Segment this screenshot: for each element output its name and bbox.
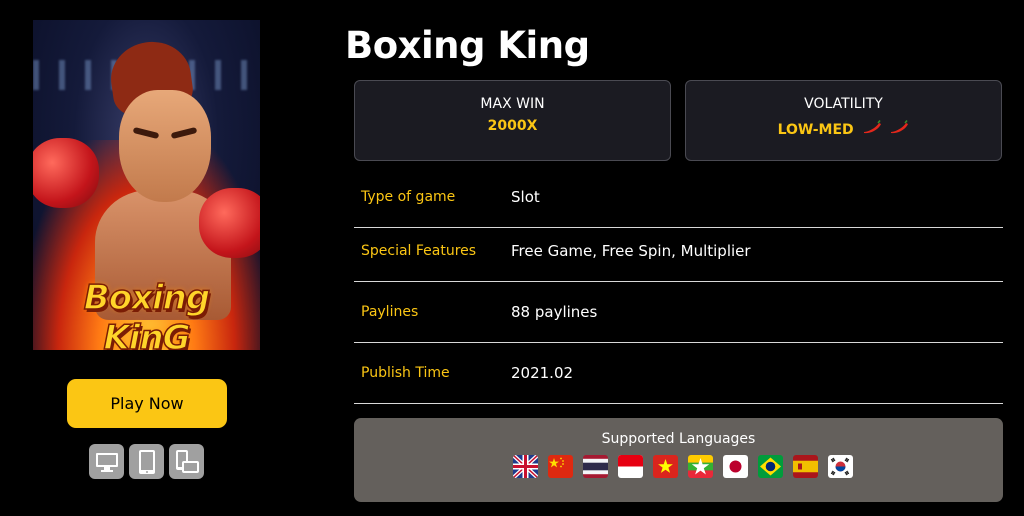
game-title: Boxing King [345,24,590,67]
chili-pepper-icon [891,120,909,134]
info-value: Free Game, Free Spin, Multiplier [511,242,751,260]
info-value: Slot [511,188,540,206]
max-win-value: 2000X [487,118,538,134]
supported-devices [89,444,204,479]
chili-pepper-icon [863,120,881,134]
boxer-face [119,90,211,202]
game-cover-image: Boxing KinG [33,20,260,350]
desktop-icon [89,444,124,479]
max-win-label: MAX WIN [480,96,545,112]
info-key: Paylines [361,304,419,320]
boxing-glove-left [33,138,99,208]
info-key: Type of game [361,189,456,205]
supported-languages-panel: Supported Languages [354,418,1003,502]
info-value: 2021.02 [511,364,574,382]
mobile-rotate-icon [169,444,204,479]
languages-heading: Supported Languages [601,431,756,447]
tablet-icon [129,444,164,479]
max-win-box: MAX WIN 2000X [354,80,671,161]
volatility-label: VOLATILITY [804,96,883,112]
info-row-type: Type of game Slot [354,167,1003,228]
thailand-flag [582,455,608,478]
korea-flag [827,455,853,478]
myanmar-flag [687,455,713,478]
info-row-paylines: Paylines 88 paylines [354,282,1003,343]
info-row-features: Special Features Free Game, Free Spin, M… [354,221,1003,282]
info-value: 88 paylines [511,303,598,321]
volatility-value: LOW-MED [777,122,854,138]
info-row-publish-time: Publish Time 2021.02 [354,343,1003,404]
boxing-glove-right [199,188,260,258]
game-logo: Boxing KinG [83,277,211,350]
brazil-flag [757,455,783,478]
info-key: Special Features [361,243,477,259]
indonesia-flag [617,455,643,478]
japan-flag [722,455,748,478]
uk-flag [512,455,538,478]
play-now-button[interactable]: Play Now [67,379,227,428]
volatility-box: VOLATILITY LOW-MED [685,80,1002,161]
info-key: Publish Time [361,365,450,381]
flag-list [354,455,1003,478]
spain-flag [792,455,818,478]
china-flag [547,455,573,478]
vietnam-flag [652,455,678,478]
